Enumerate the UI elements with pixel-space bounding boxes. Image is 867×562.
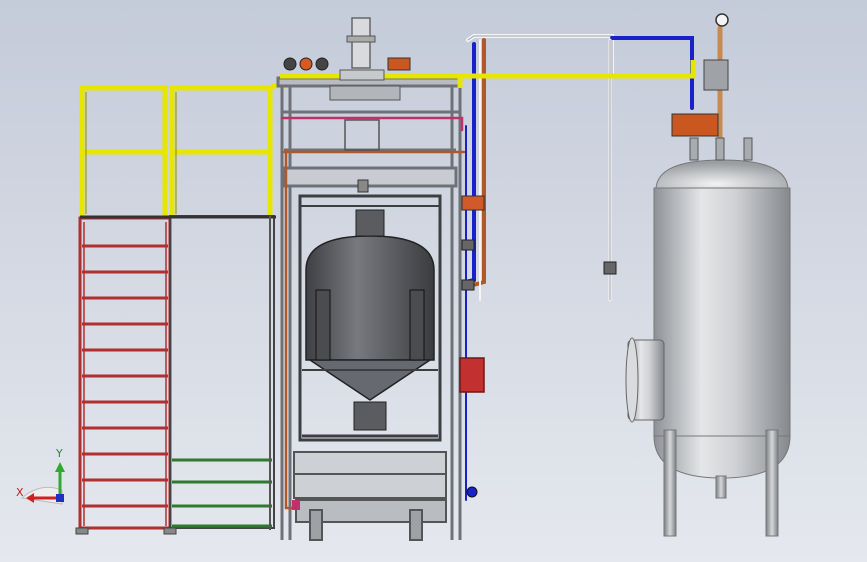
cad-viewport[interactable]: Y X bbox=[0, 0, 867, 562]
access-ladder[interactable] bbox=[78, 216, 172, 530]
storage-tank[interactable] bbox=[625, 13, 791, 537]
control-box[interactable] bbox=[459, 357, 485, 393]
x-axis-label: X bbox=[16, 486, 24, 499]
coordinate-triad: Y X bbox=[16, 447, 65, 505]
base-skid[interactable] bbox=[292, 451, 447, 541]
y-axis-label: Y bbox=[55, 447, 63, 460]
guard-rail[interactable] bbox=[79, 82, 287, 219]
ibc-vessel[interactable] bbox=[298, 194, 442, 442]
top-fittings[interactable] bbox=[283, 17, 411, 193]
cad-drawing: Y X bbox=[16, 13, 791, 541]
